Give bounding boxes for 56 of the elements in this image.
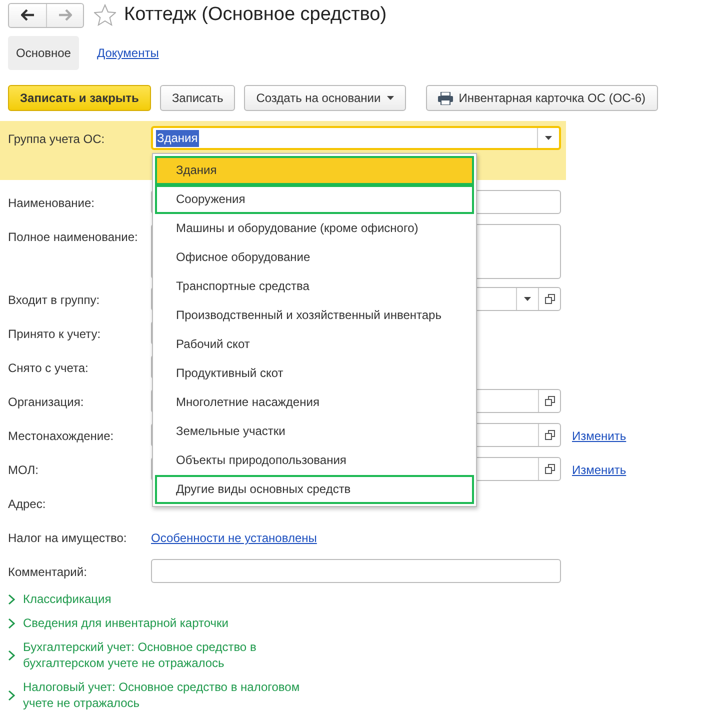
section-header[interactable]: Налоговый учет: Основное средство в налоговом учете не отражалось: [8, 679, 701, 711]
field-label: Группа учета ОС:: [8, 131, 106, 148]
chevron-icon: [8, 650, 15, 660]
create-based-on-button[interactable]: Создать на основании: [244, 85, 406, 111]
field-value: Здания: [156, 130, 199, 146]
group-select-field[interactable]: Здания: [151, 126, 561, 150]
dropdown-item[interactable]: Многолетние насаждения: [155, 388, 474, 417]
forward-arrow-icon: [58, 9, 72, 21]
section-header[interactable]: Классификация: [8, 591, 701, 607]
field-label: Полное наименование:: [8, 229, 139, 246]
dropdown-item[interactable]: Объекты природопользования: [155, 446, 474, 475]
open-icon: [544, 464, 554, 474]
open-icon: [544, 294, 554, 304]
field-label: Налог на имущество:: [8, 530, 128, 547]
dropdown-item[interactable]: Машины и оборудование (кроме офисного): [155, 214, 474, 243]
dropdown-item[interactable]: Сооружения: [155, 185, 474, 214]
dropdown-item[interactable]: Рабочий скот: [155, 330, 474, 359]
text-field[interactable]: [151, 559, 561, 583]
dropdown-arrow-icon: [545, 136, 552, 140]
field-label: Местонахождение:: [8, 428, 115, 445]
change-link[interactable]: Изменить: [572, 457, 626, 483]
save-close-button[interactable]: Записать и закрыть: [8, 85, 151, 111]
dropdown-item[interactable]: Другие виды основных средств: [155, 475, 474, 504]
field-label: Наименование:: [8, 195, 96, 212]
section-header[interactable]: Бухгалтерский учет: Основное средство в бухгалтерском учете не отражалось: [8, 639, 701, 671]
tax-link[interactable]: Особенности не установлены: [151, 525, 317, 551]
tab[interactable]: Основное: [8, 36, 79, 70]
dropdown-item[interactable]: Продуктивный скот: [155, 359, 474, 388]
chevron-icon: [8, 690, 15, 700]
field-label: Комментарий:: [8, 564, 88, 581]
dropdown-arrow-icon: [524, 297, 531, 301]
field-label: Организация:: [8, 394, 85, 411]
field-label: Снято с учета:: [8, 360, 90, 377]
print-button[interactable]: Инвентарная карточка ОС (ОС-6): [426, 85, 658, 111]
change-link[interactable]: Изменить: [572, 423, 626, 449]
star-icon[interactable]: [94, 4, 116, 26]
back-arrow-icon: [20, 9, 34, 21]
field-label: Адрес:: [8, 496, 47, 513]
save-button[interactable]: Записать: [160, 85, 236, 111]
open-icon: [544, 430, 554, 440]
dropdown-item[interactable]: Здания: [155, 156, 474, 185]
dropdown-arrow-icon: [386, 96, 394, 100]
printer-icon: [438, 92, 453, 104]
dropdown-item[interactable]: Производственный и хозяйственный инвентарь: [155, 301, 474, 330]
field-label: МОЛ:: [8, 462, 40, 479]
field-label: Принято к учету:: [8, 326, 102, 343]
window-title: Коттедж (Основное средство): [124, 4, 387, 26]
section-header[interactable]: Сведения для инвентарной карточки: [8, 615, 701, 631]
field-label: Входит в группу:: [8, 292, 101, 309]
tab[interactable]: Документы: [88, 36, 167, 70]
chevron-icon: [8, 594, 15, 604]
dropdown-item[interactable]: Земельные участки: [155, 417, 474, 446]
dropdown-item[interactable]: Офисное оборудование: [155, 243, 474, 272]
dropdown-item[interactable]: Транспортные средства: [155, 272, 474, 301]
open-icon: [544, 396, 554, 406]
chevron-icon: [8, 618, 15, 628]
